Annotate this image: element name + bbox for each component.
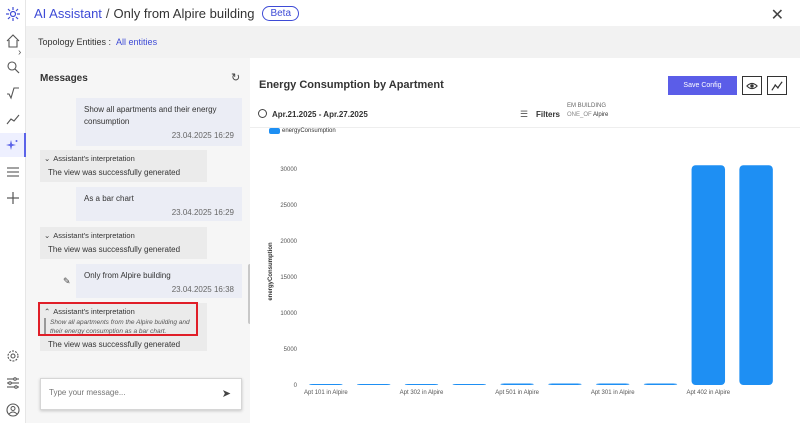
eye-icon[interactable]	[742, 76, 762, 95]
app-name-link[interactable]: AI Assistant	[34, 6, 102, 21]
message-list[interactable]: Show all apartments and their energy con…	[26, 98, 250, 398]
messages-panel: Messages ↻ Show all apartments and their…	[26, 58, 252, 423]
chart-bar	[739, 165, 773, 385]
x-tick-label: Apt 402 in Alpire	[686, 390, 730, 396]
y-tick-label: 30000	[280, 167, 297, 173]
assistant-status: The view was successfully generated	[48, 245, 181, 254]
y-tick-label: 0	[294, 383, 298, 389]
interpretation-toggle[interactable]: ⌄ Assistant's interpretation	[44, 231, 203, 240]
edit-pencil-icon[interactable]: ✎	[63, 276, 71, 287]
y-tick-label: 25000	[280, 203, 297, 209]
topology-label: Topology Entities :	[38, 37, 112, 47]
messages-title: Messages	[40, 73, 88, 84]
settings-icon[interactable]	[5, 348, 21, 364]
interpretation-header: Assistant's interpretation	[53, 154, 135, 163]
logo-icon[interactable]	[5, 6, 21, 22]
assistant-message: ⌄ Assistant's interpretation The view was…	[40, 150, 207, 182]
filters-button[interactable]: Filters	[536, 110, 560, 119]
filter-chip[interactable]: EM BUILDING ONE_OF Alpire	[567, 102, 608, 120]
app-header: AI Assistant / Only from Alpire building…	[26, 0, 800, 26]
message-input[interactable]	[49, 388, 209, 397]
filter-icon[interactable]: ☰	[520, 109, 528, 120]
topology-bar: Topology Entities : All entities	[26, 26, 800, 58]
user-message-text: As a bar chart	[84, 194, 134, 203]
assistant-status: The view was successfully generated	[48, 168, 181, 177]
beta-badge: Beta	[262, 5, 300, 21]
interpretation-header: Assistant's interpretation	[53, 231, 135, 240]
chart-legend[interactable]: energyConsumption	[269, 128, 336, 134]
chart-bar	[643, 383, 678, 385]
chart-bar	[404, 384, 439, 385]
user-message: As a bar chart 23.04.2025 16:29	[76, 187, 242, 221]
chart-bar	[595, 383, 630, 385]
refresh-icon[interactable]: ↻	[231, 71, 240, 84]
legend-label: energyConsumption	[282, 128, 336, 134]
topology-value-link[interactable]: All entities	[116, 37, 157, 47]
filter-value: Alpire	[593, 112, 609, 118]
sliders-icon[interactable]	[5, 375, 21, 391]
user-message-text: Show all apartments and their energy con…	[84, 105, 217, 126]
y-tick-label: 5000	[284, 347, 298, 353]
left-rail: ›	[0, 0, 26, 423]
chart-bar	[548, 383, 582, 385]
save-config-button[interactable]: Save Config	[668, 76, 737, 95]
ai-sparkle-icon[interactable]	[0, 133, 26, 157]
date-range-picker[interactable]: Apr.21.2025 - Apr.27.2025	[272, 110, 368, 119]
assistant-message: ⌃ Assistant's interpretation Show all apa…	[38, 302, 207, 351]
menu-icon[interactable]	[5, 164, 21, 180]
assistant-message: ⌄ Assistant's interpretation The view was…	[40, 227, 207, 259]
y-tick-label: 10000	[280, 311, 297, 317]
y-axis-label: energyConsumption	[268, 242, 274, 301]
x-tick-label: Apt 302 in Alpire	[400, 390, 444, 396]
chevron-down-icon: ⌄	[44, 231, 51, 240]
user-icon[interactable]	[5, 402, 21, 418]
y-tick-label: 15000	[280, 275, 297, 281]
x-tick-label: Apt 101 in Alpire	[304, 390, 348, 396]
chart-bar	[309, 384, 343, 385]
chart-bar	[452, 384, 487, 385]
user-message: Only from Alpire building 23.04.2025 16:…	[76, 264, 242, 298]
chart-panel: Energy Consumption by Apartment Save Con…	[250, 58, 800, 423]
message-timestamp: 23.04.2025 16:29	[171, 131, 234, 140]
message-timestamp: 23.04.2025 16:38	[171, 285, 234, 294]
x-tick-label: Apt 501 in Alpire	[495, 390, 539, 396]
filter-op: ONE_OF	[567, 112, 592, 118]
message-timestamp: 23.04.2025 16:29	[171, 208, 234, 217]
user-message-text: Only from Alpire building	[84, 271, 171, 280]
chart-bar	[691, 165, 726, 385]
chart-type-icon[interactable]	[767, 76, 787, 95]
interpretation-toggle[interactable]: ⌄ Assistant's interpretation	[44, 154, 203, 163]
chevron-down-icon: ⌄	[44, 154, 51, 163]
plus-icon[interactable]	[5, 190, 21, 206]
breadcrumb-separator: /	[105, 5, 110, 21]
chart-bar	[500, 383, 534, 385]
close-icon[interactable]: ✕	[771, 5, 784, 25]
send-icon[interactable]: ➤	[222, 387, 231, 400]
search-icon[interactable]	[5, 59, 21, 75]
x-tick-label: Apt 301 in Alpire	[591, 390, 635, 396]
filter-name: EM BUILDING	[567, 103, 607, 109]
clock-icon	[258, 109, 267, 118]
y-tick-label: 20000	[280, 239, 297, 245]
view-title: Only from Alpire building	[113, 5, 255, 21]
app-window: › AI Assistant / Only from Alpire buildi…	[0, 0, 800, 423]
chart-bar	[356, 384, 391, 385]
formula-icon[interactable]	[5, 85, 21, 101]
assistant-status: The view was successfully generated	[48, 340, 181, 349]
message-composer: ➤	[40, 378, 242, 410]
chart-title: Energy Consumption by Apartment	[259, 79, 444, 91]
interpretation-highlight-box	[38, 302, 198, 336]
user-message: Show all apartments and their energy con…	[76, 98, 242, 146]
filter-row: Apr.21.2025 - Apr.27.2025 ☰ Filters EM B…	[250, 98, 800, 128]
trend-icon[interactable]	[5, 111, 21, 127]
bar-chart: 0 5000 10000 15000 20000 25000 30000 energyCons…	[268, 165, 773, 396]
legend-swatch	[269, 128, 280, 134]
